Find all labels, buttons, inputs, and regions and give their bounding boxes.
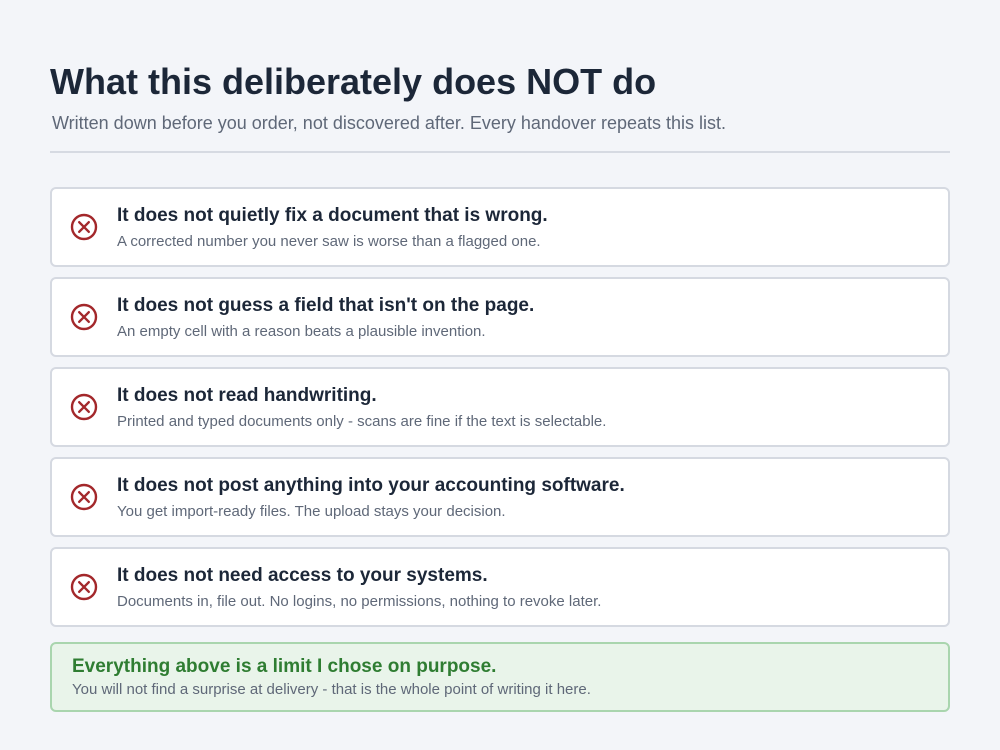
limitation-detail: An empty cell with a reason beats a plau…	[117, 323, 486, 340]
limitation-title: It does not read handwriting.	[117, 385, 377, 406]
x-circle-icon	[70, 573, 98, 601]
limitation-detail: You get import-ready files. The upload s…	[117, 503, 506, 520]
note-title: Everything above is a limit I chose on p…	[72, 656, 497, 677]
limitation-card: It does not guess a field that isn't on …	[50, 277, 950, 357]
limitation-detail: Documents in, file out. No logins, no pe…	[117, 593, 602, 610]
x-circle-icon	[70, 303, 98, 331]
divider	[50, 151, 950, 153]
page-subtitle: Written down before you order, not disco…	[52, 113, 727, 133]
limitation-detail: A corrected number you never saw is wors…	[117, 233, 541, 250]
limitation-title: It does not need access to your systems.	[117, 565, 488, 586]
page-title: What this deliberately does NOT do	[50, 61, 657, 102]
limitation-card: It does not read handwriting. Printed an…	[50, 367, 950, 447]
limitation-card: It does not post anything into your acco…	[50, 457, 950, 537]
limitation-detail: Printed and typed documents only - scans…	[117, 413, 607, 430]
note-text: You will not find a surprise at delivery…	[72, 681, 591, 698]
x-circle-icon	[70, 393, 98, 421]
purpose-note: Everything above is a limit I chose on p…	[50, 642, 950, 712]
limitation-title: It does not quietly fix a document that …	[117, 205, 548, 226]
x-circle-icon	[70, 483, 98, 511]
limitation-title: It does not guess a field that isn't on …	[117, 295, 535, 316]
limitation-card: It does not quietly fix a document that …	[50, 187, 950, 267]
limitation-title: It does not post anything into your acco…	[117, 475, 625, 496]
x-circle-icon	[70, 213, 98, 241]
limitation-card: It does not need access to your systems.…	[50, 547, 950, 627]
limitations-list: It does not quietly fix a document that …	[50, 187, 950, 637]
